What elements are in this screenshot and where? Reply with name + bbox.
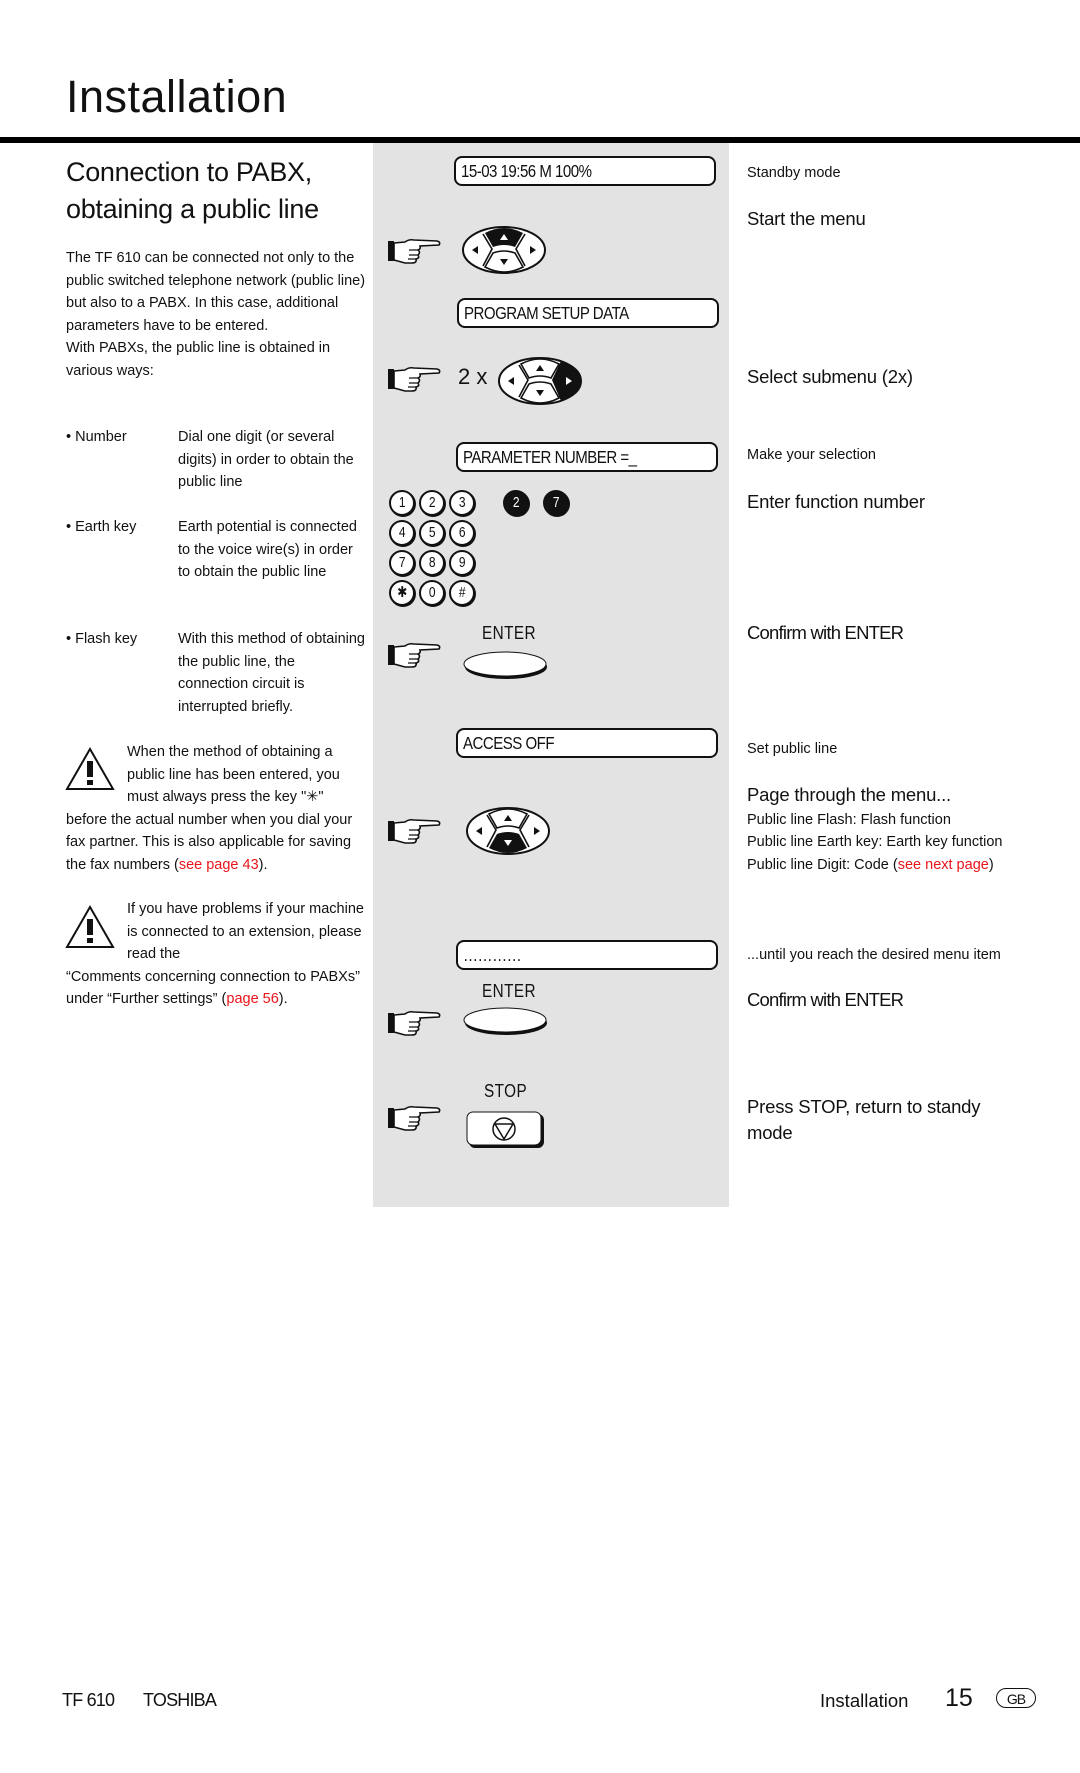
- key-1[interactable]: 1: [389, 490, 415, 516]
- lcd-display-standby: 15-03 19:56 M 100%: [454, 156, 716, 186]
- step-page-through-menu: Page through the menu...: [747, 784, 951, 805]
- stop-button[interactable]: [466, 1111, 546, 1149]
- warning-2-tail: ).: [278, 991, 288, 1007]
- step-start-menu: Start the menu: [747, 208, 866, 229]
- step-confirm-enter: Confirm with ENTER: [747, 989, 904, 1010]
- step-enter-function-number: Enter function number: [747, 491, 925, 512]
- pointing-hand-icon: [387, 816, 443, 848]
- pointing-hand-icon: [387, 236, 443, 268]
- section-title-line-1: Connection to PABX,: [66, 157, 312, 187]
- method-desc-flash-key: With this method of obtaining the public…: [178, 631, 365, 715]
- navigation-pad-right-pressed[interactable]: [497, 356, 583, 406]
- footer-section: Installation: [820, 1690, 909, 1711]
- key-4[interactable]: 4: [389, 520, 415, 546]
- key-hash[interactable]: #: [449, 580, 475, 606]
- step-until-desired-item: ...until you reach the desired menu item: [747, 947, 1001, 963]
- step-set-public-line: Set public line: [747, 741, 838, 757]
- lcd-display-access-off: ACCESS OFF: [456, 728, 718, 758]
- section-title: Connection to PABX, obtaining a public l…: [66, 154, 319, 228]
- key-5[interactable]: 5: [419, 520, 445, 546]
- key-0[interactable]: 0: [419, 580, 445, 606]
- pointing-hand-icon: [387, 1103, 443, 1135]
- lcd-display-parameter-number: PARAMETER NUMBER =_: [456, 442, 718, 472]
- link-page-56[interactable]: page 56: [226, 991, 278, 1007]
- warning-1-tail: ).: [258, 856, 268, 873]
- lcd-display-program-setup: PROGRAM SETUP DATA: [457, 298, 719, 328]
- warning-1-indented: When the method of obtaining a public li…: [127, 744, 340, 805]
- link-see-next-page[interactable]: see next page: [898, 857, 989, 873]
- pointing-hand-icon: [387, 1008, 443, 1040]
- method-label-earth-key: • Earth key: [66, 519, 137, 535]
- key-7[interactable]: 7: [389, 550, 415, 576]
- pointing-hand-icon: [387, 364, 443, 396]
- option-earth-key: Public line Earth key: Earth key functio…: [747, 834, 1003, 850]
- navigation-pad-up-pressed[interactable]: [461, 225, 547, 275]
- section-title-line-2: obtaining a public line: [66, 194, 319, 224]
- method-desc-number: Dial one digit (or several digits) in or…: [178, 429, 354, 490]
- repeat-count-label: 2 x: [458, 364, 488, 389]
- enter-button[interactable]: [462, 1005, 550, 1037]
- intro-text: The TF 610 can be connected not only to …: [66, 247, 366, 382]
- lcd-display-menu-item: …………: [456, 940, 718, 970]
- warning-note-1: When the method of obtaining a public li…: [66, 741, 370, 876]
- footer-brand: TOSHIBA: [143, 1690, 217, 1710]
- key-2[interactable]: 2: [419, 490, 445, 516]
- key-star[interactable]: ✱: [389, 580, 415, 606]
- enter-key-label: ENTER: [482, 981, 536, 1001]
- language-badge: GB: [996, 1688, 1036, 1708]
- warning-note-2: If you have problems if your machine is …: [66, 898, 370, 1011]
- step-press-stop: Press STOP, return to standy mode: [747, 1096, 981, 1143]
- entered-digit-7: 7: [543, 490, 569, 516]
- step-make-selection: Make your selection: [747, 447, 876, 463]
- method-label-flash-key: • Flash key: [66, 631, 138, 647]
- footer-model: TF 610: [62, 1690, 115, 1710]
- method-label-number: • Number: [66, 429, 127, 445]
- link-see-page-43[interactable]: see page 43: [179, 857, 259, 873]
- intro-paragraph-1: The TF 610 can be connected not only to …: [66, 250, 366, 334]
- entered-digit-2: 2: [503, 490, 529, 516]
- option-flash: Public line Flash: Flash function: [747, 812, 951, 828]
- page-title: Installation: [66, 71, 288, 122]
- intro-paragraph-2: With PABXs, the public line is obtained …: [66, 340, 331, 379]
- key-9[interactable]: 9: [449, 550, 475, 576]
- key-8[interactable]: 8: [419, 550, 445, 576]
- enter-key-label: ENTER: [482, 623, 536, 643]
- warning-2-indented: If you have problems if your machine is …: [127, 901, 364, 962]
- stop-key-label: STOP: [484, 1081, 528, 1101]
- navigation-pad-down-pressed[interactable]: [465, 806, 551, 856]
- step-standby-mode: Standby mode: [747, 165, 841, 181]
- method-desc-earth-key: Earth potential is connected to the voic…: [178, 519, 357, 580]
- pointing-hand-icon: [387, 640, 443, 672]
- enter-button[interactable]: [462, 649, 550, 681]
- option-digit: Public line Digit: Code (see next page): [747, 857, 994, 873]
- page-number: 15: [945, 1684, 973, 1712]
- warning-2-text: “Comments concerning connection to PABXs…: [66, 968, 360, 1008]
- key-6[interactable]: 6: [449, 520, 475, 546]
- key-3[interactable]: 3: [449, 490, 475, 516]
- step-confirm-enter: Confirm with ENTER: [747, 622, 904, 643]
- step-select-submenu: Select submenu (2x): [747, 366, 913, 387]
